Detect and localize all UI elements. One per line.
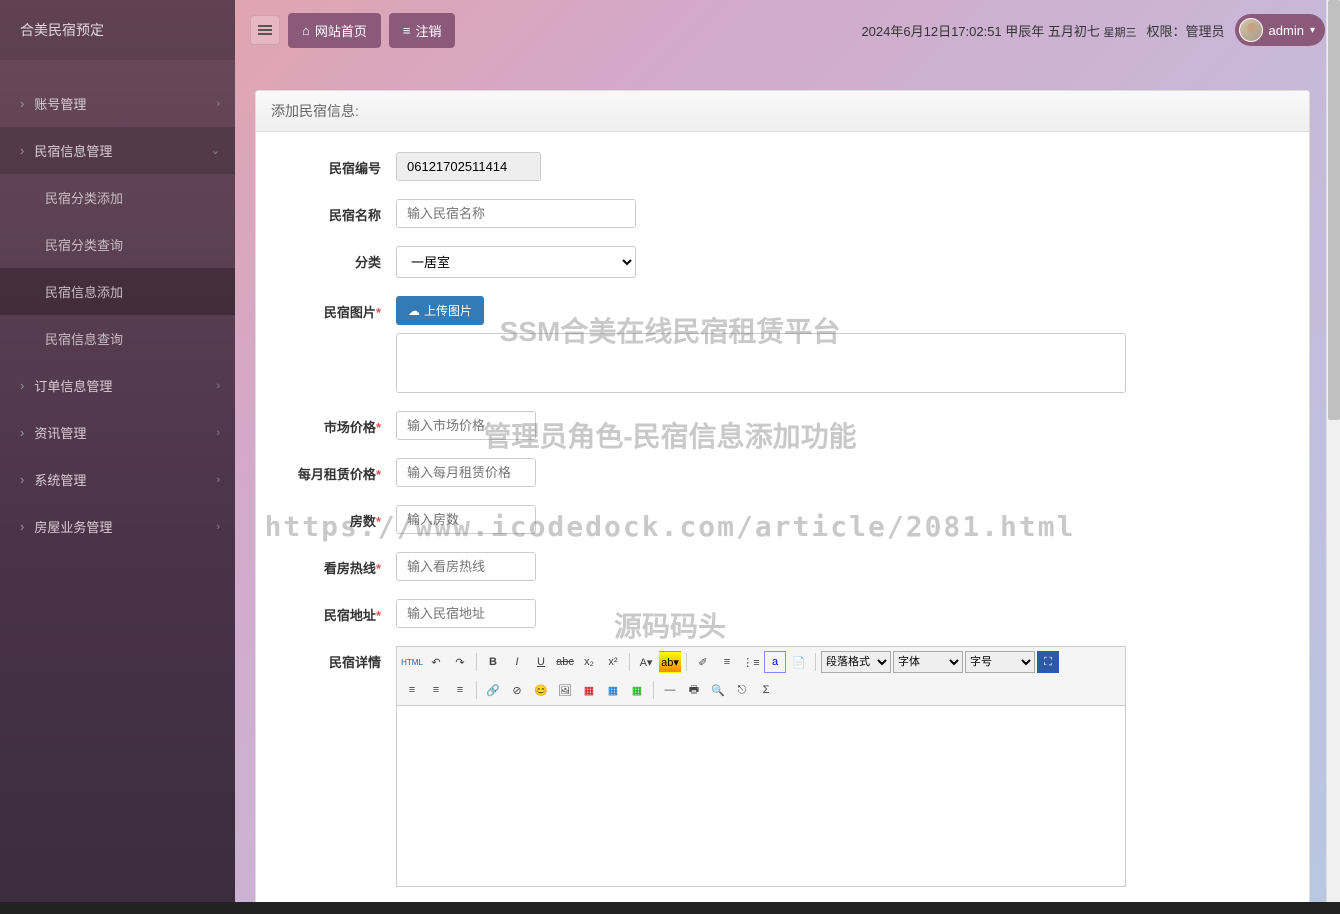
italic-button[interactable]: I (506, 651, 528, 673)
username-label: admin (1269, 23, 1304, 38)
rich-text-editor: HTML ↶ ↷ B I U abc x₂ x² A▾ ab▾ ✐ ≡ ⋮ (396, 646, 1126, 887)
input-name[interactable] (396, 199, 636, 228)
clear-button[interactable]: 📄 (788, 651, 810, 673)
chevron-right-icon: › (216, 521, 220, 533)
align-center-button[interactable]: ≡ (425, 679, 447, 701)
logout-icon: ≡ (403, 23, 411, 38)
file-button[interactable]: ▦ (626, 679, 648, 701)
select-all-button[interactable]: a (764, 651, 786, 673)
ordered-list-button[interactable]: ≡ (716, 651, 738, 673)
chevron-right-icon: › (216, 98, 220, 110)
preview-button[interactable]: 🔍 (707, 679, 729, 701)
subscript-button[interactable]: x₂ (578, 651, 600, 673)
align-right-button[interactable]: ≡ (449, 679, 471, 701)
sidebar-item-account[interactable]: 账号管理› (0, 80, 235, 127)
label-rooms: 房数* (286, 505, 396, 530)
image-button[interactable]: 🖼 (554, 679, 576, 701)
input-market-price[interactable] (396, 411, 536, 440)
bg-color-button[interactable]: ab▾ (659, 651, 681, 673)
app-title: 合美民宿预定 (0, 0, 235, 60)
menu-toggle-button[interactable] (250, 15, 280, 45)
link-button[interactable]: 🔗 (482, 679, 504, 701)
font-family-select[interactable]: 字体 (893, 651, 963, 673)
hamburger-icon (258, 29, 272, 31)
paragraph-format-select[interactable]: 段落格式 (821, 651, 891, 673)
home-button[interactable]: ⌂网站首页 (288, 13, 381, 48)
topbar: ⌂网站首页 ≡注销 2024年6月12日17:02:51 甲辰年 五月初七 星期… (235, 0, 1340, 60)
media-button[interactable]: ▦ (602, 679, 624, 701)
role-display: 权限：管理员 (1147, 21, 1225, 40)
sidebar-item-homestay-info[interactable]: 民宿信息管理⌄ (0, 127, 235, 174)
sidebar-item-homestay-add[interactable]: 民宿信息添加 (0, 268, 235, 315)
chevron-down-icon: ▾ (1310, 25, 1315, 36)
superscript-button[interactable]: x² (602, 651, 624, 673)
input-code (396, 152, 541, 181)
cloud-upload-icon: ☁ (408, 304, 420, 318)
sidebar-item-order[interactable]: 订单信息管理› (0, 362, 235, 409)
main-panel: 添加民宿信息: 民宿编号 民宿名称 分类 一居室 民宿图片* ☁上传图片 市场价… (255, 90, 1310, 914)
strikethrough-button[interactable]: abc (554, 651, 576, 673)
input-monthly-rent[interactable] (396, 458, 536, 487)
font-size-select[interactable]: 字号 (965, 651, 1035, 673)
label-market-price: 市场价格* (286, 411, 396, 436)
home-icon: ⌂ (302, 23, 310, 38)
editor-content-area[interactable] (397, 706, 1125, 886)
user-menu[interactable]: admin ▾ (1235, 14, 1325, 46)
image-preview-box (396, 333, 1126, 393)
emoji-button[interactable]: 😊 (530, 679, 552, 701)
input-hotline[interactable] (396, 552, 536, 581)
hr-button[interactable]: — (659, 679, 681, 701)
sidebar-item-category-add[interactable]: 民宿分类添加 (0, 174, 235, 221)
label-category: 分类 (286, 246, 396, 271)
label-monthly-rent: 每月租赁价格* (286, 458, 396, 483)
chevron-right-icon: › (216, 427, 220, 439)
panel-title: 添加民宿信息: (256, 91, 1309, 132)
fullscreen-button[interactable]: ⛶ (1037, 651, 1059, 673)
sidebar-item-category-query[interactable]: 民宿分类查询 (0, 221, 235, 268)
sidebar-item-system[interactable]: 系统管理› (0, 456, 235, 503)
label-image: 民宿图片* (286, 296, 396, 321)
flash-button[interactable]: ▦ (578, 679, 600, 701)
label-detail: 民宿详情 (286, 646, 396, 671)
taskbar (0, 902, 1340, 914)
scrollbar-thumb[interactable] (1328, 0, 1340, 420)
sidebar-item-house-business[interactable]: 房屋业务管理› (0, 503, 235, 550)
unordered-list-button[interactable]: ⋮≡ (740, 651, 762, 673)
avatar (1239, 18, 1263, 42)
datetime-display: 2024年6月12日17:02:51 甲辰年 五月初七 星期三 (861, 21, 1136, 40)
form-body: 民宿编号 民宿名称 分类 一居室 民宿图片* ☁上传图片 市场价格* 每月租赁价… (256, 132, 1309, 914)
align-left-button[interactable]: ≡ (401, 679, 423, 701)
label-hotline: 看房热线* (286, 552, 396, 577)
label-address: 民宿地址* (286, 599, 396, 624)
undo-button[interactable]: ↶ (425, 651, 447, 673)
chevron-right-icon: › (216, 474, 220, 486)
print-button[interactable]: 🖶 (683, 679, 705, 701)
scrollbar-track[interactable] (1326, 0, 1340, 914)
sidebar-item-homestay-query[interactable]: 民宿信息查询 (0, 315, 235, 362)
page-break-button[interactable]: ⎋ (731, 679, 753, 701)
unlink-button[interactable]: ⊘ (506, 679, 528, 701)
underline-button[interactable]: U (530, 651, 552, 673)
font-color-button[interactable]: A▾ (635, 651, 657, 673)
chevron-down-icon: ⌄ (211, 144, 220, 157)
symbol-button[interactable]: Σ (755, 679, 777, 701)
label-code: 民宿编号 (286, 152, 396, 177)
sidebar-item-news[interactable]: 资讯管理› (0, 409, 235, 456)
chevron-right-icon: › (216, 380, 220, 392)
upload-image-button[interactable]: ☁上传图片 (396, 296, 484, 325)
redo-button[interactable]: ↷ (449, 651, 471, 673)
select-category[interactable]: 一居室 (396, 246, 636, 278)
sidebar-menu: 账号管理› 民宿信息管理⌄ 民宿分类添加 民宿分类查询 民宿信息添加 民宿信息查… (0, 80, 235, 550)
editor-toolbar: HTML ↶ ↷ B I U abc x₂ x² A▾ ab▾ ✐ ≡ ⋮ (397, 647, 1125, 706)
bold-button[interactable]: B (482, 651, 504, 673)
html-source-button[interactable]: HTML (401, 651, 423, 673)
input-address[interactable] (396, 599, 536, 628)
input-rooms[interactable] (396, 505, 536, 534)
logout-button[interactable]: ≡注销 (389, 13, 456, 48)
remove-format-button[interactable]: ✐ (692, 651, 714, 673)
label-name: 民宿名称 (286, 199, 396, 224)
sidebar: 合美民宿预定 账号管理› 民宿信息管理⌄ 民宿分类添加 民宿分类查询 民宿信息添… (0, 0, 235, 914)
